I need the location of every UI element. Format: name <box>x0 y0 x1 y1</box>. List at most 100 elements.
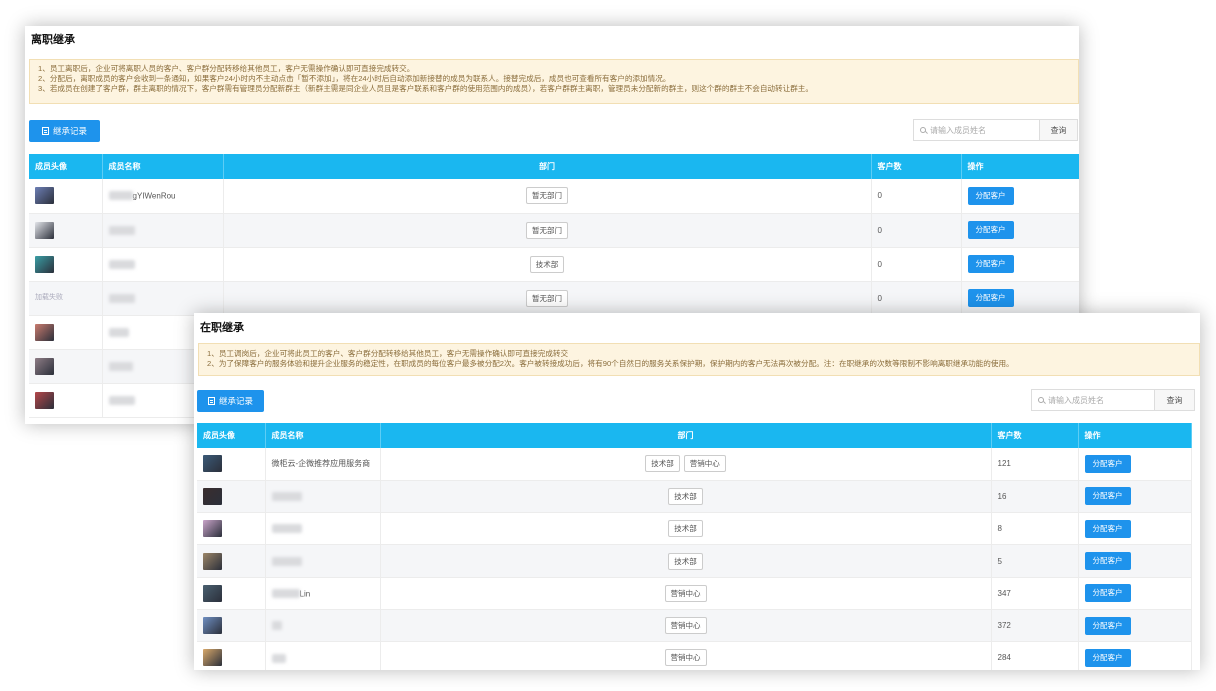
table-row: 微柜云-企微推荐应用服务商 技术部 营销中心 121 分配客户 <box>197 448 1192 481</box>
column-header: 客户数 <box>991 423 1079 448</box>
search-bar: 请输入成员姓名 查询 <box>913 119 1078 141</box>
redacted-name <box>108 225 135 235</box>
member-name-cell <box>265 480 381 514</box>
assign-customer-button[interactable]: 分配客户 <box>967 255 1014 273</box>
avatar-fallback-text: 加载失败 <box>35 294 63 301</box>
table-row: 营销中心 372 分配客户 <box>197 609 1192 643</box>
department-tag: 营销中心 <box>683 455 726 473</box>
history-button-label: 继承记录 <box>218 396 253 406</box>
action-cell: 分配客户 <box>1078 544 1192 578</box>
page-title: 离职继承 <box>31 34 75 46</box>
assign-customer-button[interactable]: 分配客户 <box>1084 648 1131 667</box>
search-button[interactable]: 查询 <box>1040 119 1078 141</box>
redacted-name <box>108 191 133 201</box>
column-header: 成员头像 <box>29 154 103 179</box>
avatar <box>35 357 54 375</box>
history-button[interactable]: 继承记录 <box>29 120 100 142</box>
department-tag: 营销中心 <box>664 617 707 635</box>
column-header: 成员名称 <box>102 154 224 179</box>
assign-customer-button[interactable]: 分配客户 <box>967 186 1014 205</box>
avatar-cell <box>29 349 103 384</box>
table-row: 暂无部门 0 分配客户 <box>29 213 1079 248</box>
department-tag: 技术部 <box>668 487 703 505</box>
assign-customer-button[interactable]: 分配客户 <box>1084 487 1131 506</box>
avatar-cell <box>29 213 103 248</box>
document-icon <box>207 397 215 405</box>
member-name-cell: Lin <box>265 577 381 610</box>
customer-count: 0 <box>871 179 962 214</box>
avatar-cell <box>29 315 103 350</box>
avatar <box>35 323 54 341</box>
search-input[interactable]: 请输入成员姓名 <box>1031 389 1155 411</box>
department-tag: 营销中心 <box>664 584 707 602</box>
avatar-cell <box>197 609 266 643</box>
member-name-cell <box>102 247 224 282</box>
table-row: 营销中心 284 分配客户 <box>197 641 1192 670</box>
member-name: gYIWenRou <box>132 191 176 201</box>
redacted-name <box>271 524 302 534</box>
notice-line: 3、若成员在创建了客户群，群主离职的情况下，客户群需有管理员分配新群主（新群主需… <box>38 84 813 93</box>
department-cell: 技术部 <box>223 247 872 282</box>
avatar-cell <box>29 179 103 214</box>
avatar <box>203 455 222 473</box>
history-button[interactable]: 继承记录 <box>197 390 264 412</box>
column-header: 客户数 <box>871 154 962 179</box>
department-cell: 技术部 <box>380 544 992 578</box>
avatar-cell <box>29 247 103 282</box>
department-tag: 营销中心 <box>664 649 707 667</box>
member-name-cell: 微柜云-企微推荐应用服务商 <box>265 448 381 481</box>
assign-customer-button[interactable]: 分配客户 <box>1084 552 1131 571</box>
action-cell: 分配客户 <box>1078 448 1192 481</box>
member-name-cell <box>102 213 224 248</box>
redacted-name <box>108 259 135 269</box>
search-icon <box>1038 397 1044 403</box>
department-cell: 技术部 营销中心 <box>380 448 992 481</box>
assign-customer-button[interactable]: 分配客户 <box>1084 454 1131 473</box>
redacted-name <box>271 492 302 502</box>
avatar-cell <box>197 512 266 546</box>
customer-count: 5 <box>991 544 1079 578</box>
assign-customer-button[interactable]: 分配客户 <box>967 289 1014 307</box>
table-header: 成员头像 成员名称 部门 客户数 操作 <box>197 423 1192 448</box>
action-cell: 分配客户 <box>961 179 1079 214</box>
notice-line: 2、分配后，离职成员的客户会收到一条通知，如果客户24小时内不主动点击「暂不添加… <box>38 74 671 83</box>
member-name-cell <box>265 512 381 546</box>
history-button-label: 继承记录 <box>52 126 87 136</box>
department-tag: 技术部 <box>529 255 565 273</box>
customer-count: 284 <box>991 641 1079 670</box>
action-cell: 分配客户 <box>961 213 1079 248</box>
assign-customer-button[interactable]: 分配客户 <box>1084 616 1131 635</box>
notice-line: 1、员工调岗后，企业可将此员工的客户、客户群分配转移给其他员工，客户无需操作确认… <box>207 349 569 358</box>
department-cell: 营销中心 <box>380 609 992 643</box>
search-input[interactable]: 请输入成员姓名 <box>913 119 1040 141</box>
member-name: Lin <box>299 589 311 599</box>
redacted-name <box>108 361 133 371</box>
customer-count: 0 <box>871 247 962 282</box>
member-table: 成员头像 成员名称 部门 客户数 操作 微柜云-企微推荐应用服务商 技术部 营销中心… <box>197 423 1192 670</box>
assign-customer-button[interactable]: 分配客户 <box>1084 584 1131 603</box>
assign-customer-button[interactable]: 分配客户 <box>1084 519 1131 538</box>
avatar <box>203 649 222 667</box>
search-bar: 请输入成员姓名 查询 <box>1031 389 1195 411</box>
avatar-cell <box>197 448 266 481</box>
notice-box: 1、员工调岗后，企业可将此员工的客户、客户群分配转移给其他员工，客户无需操作确认… <box>198 343 1200 376</box>
action-cell: 分配客户 <box>1078 480 1192 514</box>
action-cell: 分配客户 <box>961 247 1079 282</box>
search-icon <box>920 127 926 133</box>
search-button[interactable]: 查询 <box>1155 389 1195 411</box>
avatar <box>35 255 54 273</box>
department-tag: 暂无部门 <box>526 221 568 239</box>
redacted-name <box>108 395 135 405</box>
member-name-cell: gYIWenRou <box>102 179 224 214</box>
member-name-cell <box>265 609 381 643</box>
notice-line: 1、员工离职后，企业可将离职人员的客户、客户群分配转移给其他员工，客户无需操作确… <box>38 64 415 73</box>
department-cell: 暂无部门 <box>223 281 872 316</box>
redacted-name <box>271 556 302 566</box>
customer-count: 16 <box>991 480 1079 514</box>
department-tag: 技术部 <box>668 520 703 538</box>
assign-customer-button[interactable]: 分配客户 <box>967 221 1014 239</box>
member-name: 微柜云-企微推荐应用服务商 <box>271 459 371 469</box>
avatar <box>35 187 54 205</box>
avatar <box>203 617 222 635</box>
redacted-name <box>108 327 129 337</box>
